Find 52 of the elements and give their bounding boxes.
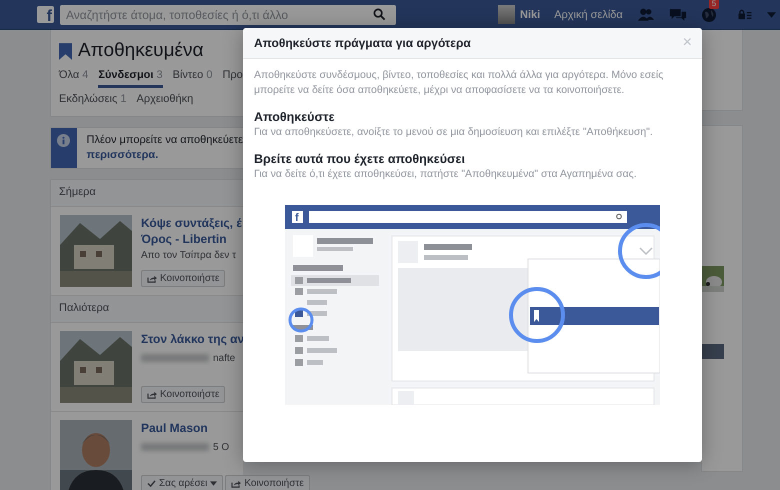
share-icon [147, 390, 157, 398]
tab[interactable]: Εκδηλώσεις 1 [59, 88, 126, 112]
section-description: Για να δείτε ό,τι έχετε αποθηκεύσει, πατήστε "Αποθηκευμένα" στα Αγαπημένα σας. [254, 167, 638, 182]
like-button[interactable]: Σας αρέσει [141, 475, 224, 490]
highlight-circle [509, 287, 565, 343]
info-icon [57, 134, 70, 147]
highlight-circle [288, 308, 314, 332]
share-icon [231, 480, 242, 488]
caret-icon [210, 481, 218, 486]
check-icon [147, 480, 156, 487]
profile-link[interactable]: Niki [520, 8, 540, 20]
article-description: Απο τον Τσίπρα δεν τ [141, 250, 238, 261]
mockup-logo: f [295, 212, 299, 224]
blurred-text [141, 354, 209, 362]
info-message: Πλέον μπορείτε να αποθηκεύετε περισσότερα. [86, 133, 243, 163]
facebook-logo[interactable]: f [37, 6, 54, 23]
section-heading: Σήμερα [51, 180, 243, 207]
image-placeholder [702, 344, 724, 359]
more-link[interactable]: περισσότερα. [86, 149, 158, 161]
article-source: 5 Ο [213, 442, 230, 452]
search-field[interactable]: Αναζητήστε άτομα, τοποθεσίες ή ό,τι άλλο [60, 4, 396, 24]
page-title: Αποθηκευμένα [78, 40, 204, 62]
article-title-link[interactable]: Στον λάκκο της αν [141, 331, 244, 347]
dialog-description: Αποθηκεύστε συνδέσμους, βίντεο, τοποθεσίες και πολλά άλλα για αργότερα. Μόνο εσείς μπορείτε να δείτε όσα αποθηκεύετε, μέχρι να αποφασίσετε να τα κοινοποιήσετε. [254, 68, 664, 98]
tab[interactable]: Βίντεο 0 [172, 64, 212, 88]
share-icon [147, 274, 157, 282]
section-heading: Βρείτε αυτά που έχετε αποθηκεύσει [254, 151, 466, 167]
dialog-title: Αποθηκεύστε πράγματα για αργότερα [254, 36, 471, 50]
article-title-link[interactable]: Κόψε συντάξεις, έ Όρος - Libertin [141, 215, 242, 247]
share-button[interactable]: Κοινοποιήστε [225, 475, 310, 490]
section-description: Για να αποθηκεύσετε, ανοίξτε το μενού σε μια δημοσίευση και επιλέξτε "Αποθήκευση". [254, 125, 654, 140]
lock-icon[interactable] [736, 8, 753, 21]
messages-icon[interactable] [668, 7, 687, 22]
bookmark-icon [59, 42, 72, 60]
section-heading: Παλιότερα [51, 296, 243, 323]
caret-icon[interactable] [766, 12, 776, 18]
tab[interactable]: Όλα 4 [59, 64, 88, 88]
share-button[interactable]: Κοινοποιήστε [141, 270, 226, 287]
search-icon[interactable] [373, 8, 386, 21]
section-heading: Αποθηκεύστε [254, 109, 336, 125]
user-avatar[interactable] [498, 5, 515, 24]
friends-icon[interactable] [636, 7, 655, 22]
home-link[interactable]: Αρχική σελίδα [554, 8, 623, 20]
blurred-text [141, 443, 209, 451]
tab[interactable]: Προ [222, 64, 243, 88]
mockup-logo-background [292, 211, 303, 223]
article-source: nafte [213, 352, 236, 364]
tab[interactable]: Αρχειοθήκη [136, 88, 194, 112]
share-button[interactable]: Κοινοποιήστε [141, 386, 226, 403]
notification-badge: 5 [708, 0, 720, 8]
tab[interactable]: Σύνδεσμοι 3 [98, 64, 163, 88]
globe-icon[interactable] [700, 6, 717, 22]
